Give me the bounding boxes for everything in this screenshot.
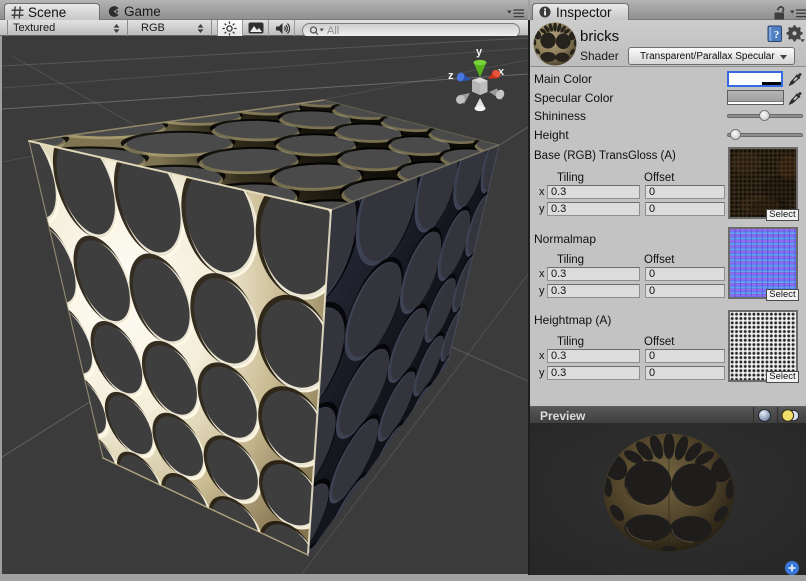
svg-text:?: ? (774, 29, 780, 41)
svg-text:y: y (476, 46, 483, 58)
svg-text:z: z (448, 70, 454, 82)
